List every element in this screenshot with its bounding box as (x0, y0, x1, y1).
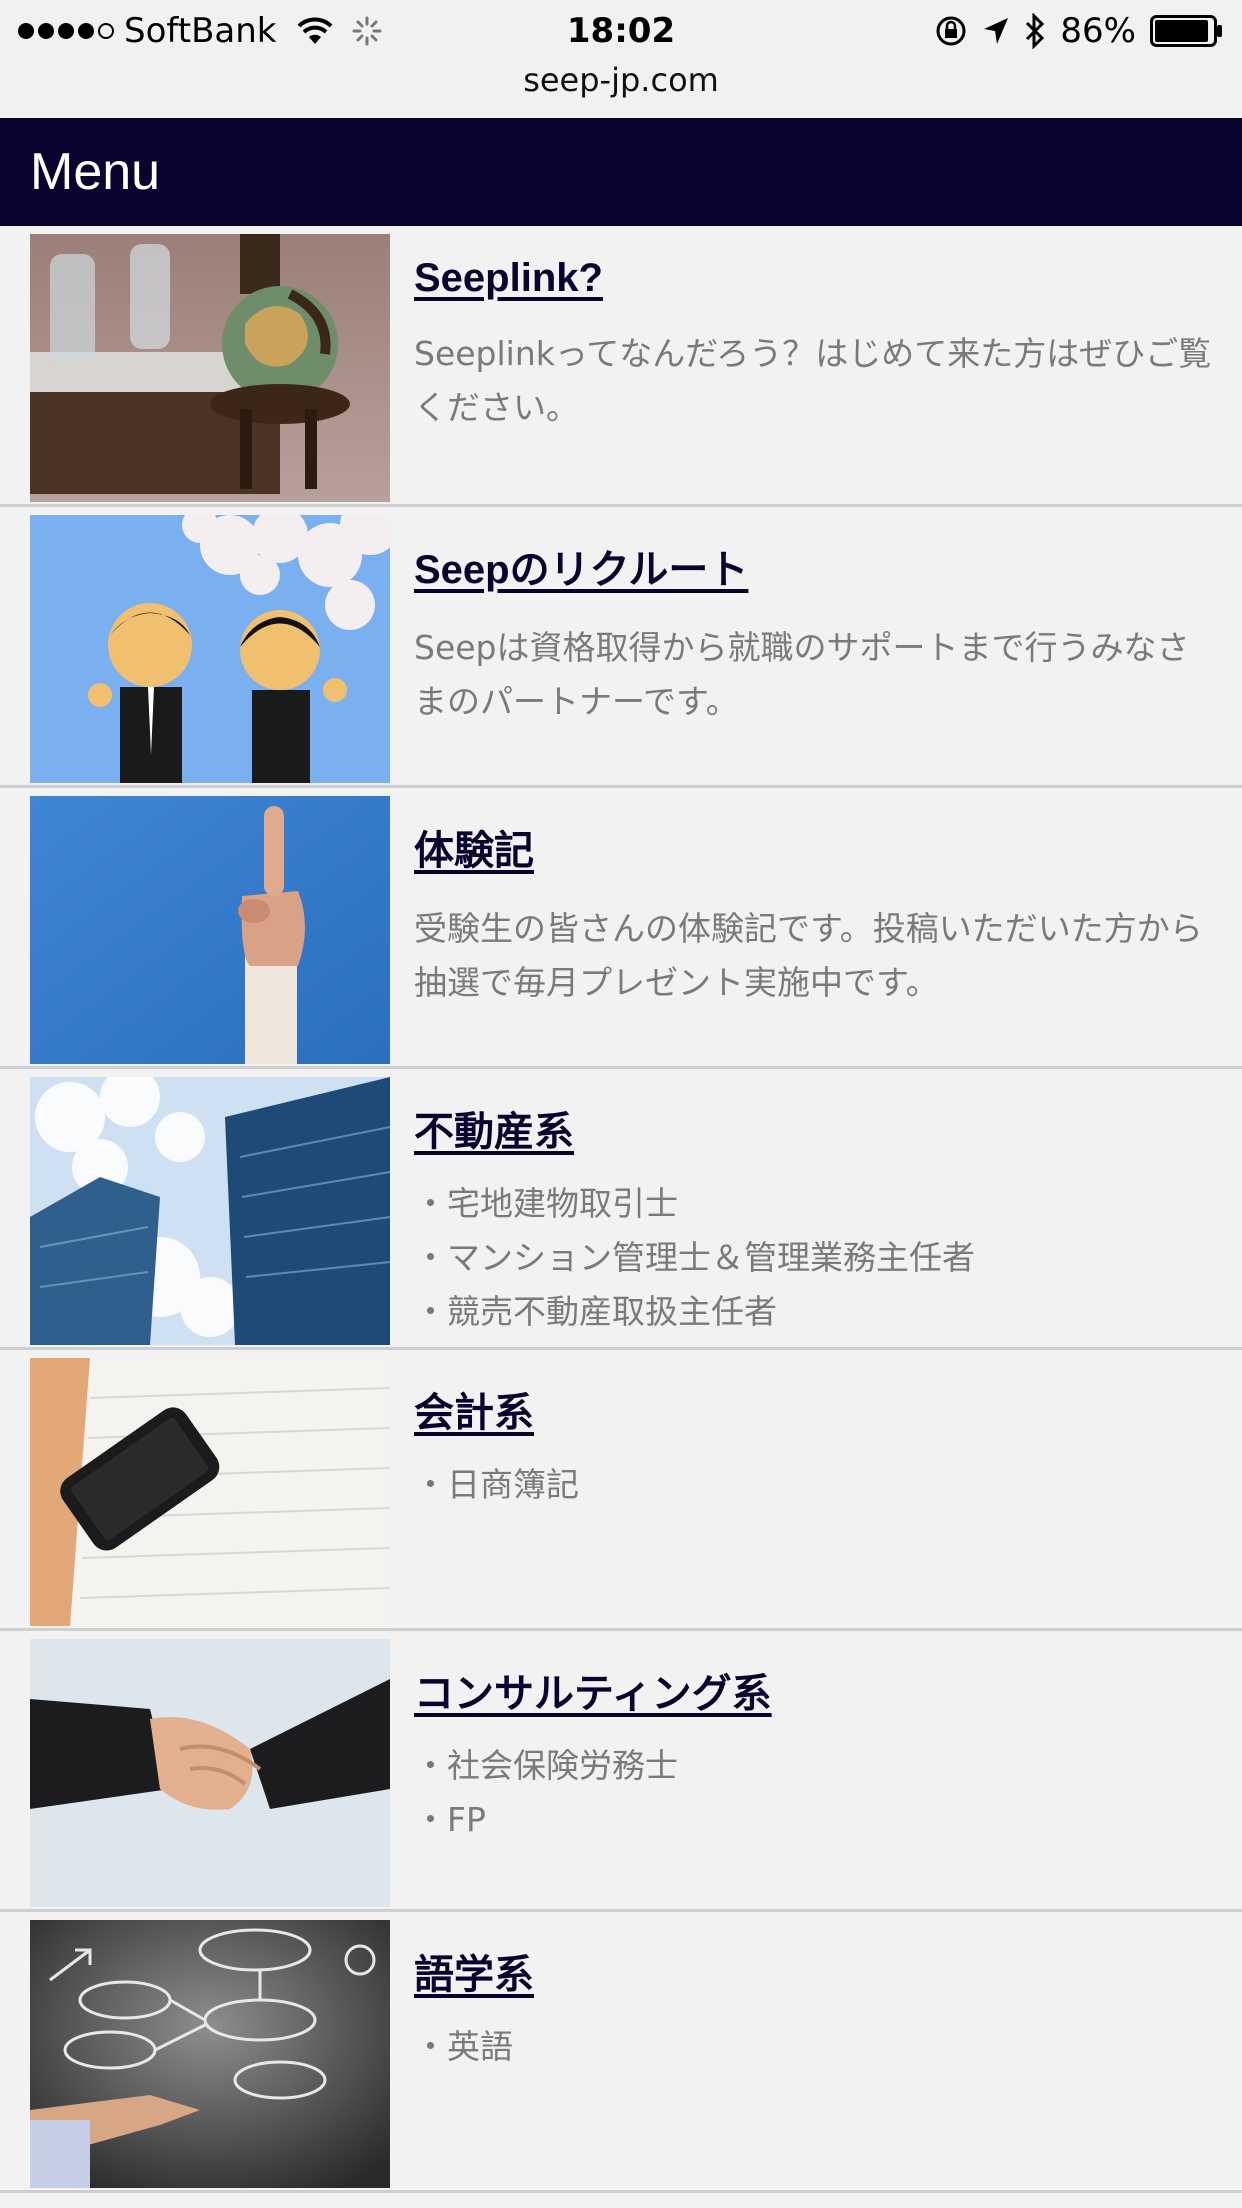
menu-item-description: Seeplinkってなんだろう？はじめて来た方はぜひご覧ください。 (414, 334, 1212, 427)
menu-item-title[interactable]: 体験記 (414, 818, 534, 876)
menu-item-title[interactable]: コンサルティング系 (414, 1661, 772, 1719)
handshake-photo[interactable] (30, 1639, 390, 1907)
menu-item-description: 受験生の皆さんの体験記です。投稿いただいた方から抽選で毎月プレゼント実施中です。 (414, 909, 1203, 1002)
menu-item-consulting[interactable]: コンサルティング系 社会保険労務士 FP (0, 1631, 1242, 1912)
menu-item-title[interactable]: Seeplink? (414, 256, 603, 301)
menu-item-recruit[interactable]: Seepのリクルート Seepは資格取得から就職のサポートまで行うみなさまのパー… (0, 507, 1242, 788)
qualification-list: 社会保険労務士 FP (414, 1739, 1212, 1847)
phone-on-notebook-photo[interactable] (30, 1358, 390, 1626)
status-bar: SoftBank 18:02 86% seep-jp.com (0, 0, 1242, 118)
menu-list: Seeplink? Seeplinkってなんだろう？はじめて来た方はぜひご覧くだ… (0, 226, 1242, 2193)
qualification-item: 競売不動産取扱主任者 (414, 1285, 1212, 1339)
menu-item-experience[interactable]: 体験記 受験生の皆さんの体験記です。投稿いただいた方から抽選で毎月プレゼント実施… (0, 788, 1242, 1069)
menu-item-accounting[interactable]: 会計系 日商簿記 (0, 1350, 1242, 1631)
location-arrow-icon (984, 18, 1009, 44)
bluetooth-icon (1026, 13, 1045, 49)
page-title: Menu (30, 143, 161, 201)
menu-item-title[interactable]: Seepのリクルート (414, 537, 748, 595)
chalkboard-ideas-photo[interactable] (30, 1920, 390, 2188)
qualification-item: 英語 (414, 2020, 1212, 2074)
menu-item-title[interactable]: 会計系 (414, 1380, 534, 1438)
qualification-item: 日商簿記 (414, 1458, 1212, 1512)
qualification-list: 宅地建物取引士 マンション管理士＆管理業務主任者 競売不動産取扱主任者 (414, 1177, 1212, 1339)
qualification-item: マンション管理士＆管理業務主任者 (414, 1231, 1212, 1285)
qualification-item: FP (414, 1793, 1212, 1847)
url-bar[interactable]: seep-jp.com (0, 58, 1242, 102)
qualification-item: 社会保険労務士 (414, 1739, 1212, 1793)
qualification-item: 宅地建物取引士 (414, 1177, 1212, 1231)
qualification-list: 日商簿記 (414, 1458, 1212, 1512)
menu-item-language[interactable]: 語学系 英語 (0, 1912, 1242, 2193)
battery-icon (1150, 15, 1222, 47)
raised-finger-sky-photo[interactable] (30, 796, 390, 1064)
recruits-under-cherry-blossoms-photo[interactable] (30, 515, 390, 783)
qualification-list: 英語 (414, 2020, 1212, 2074)
rotation-lock-icon (936, 16, 966, 46)
menu-item-title[interactable]: 不動産系 (414, 1099, 574, 1157)
battery-percentage: 86% (1060, 11, 1136, 51)
menu-item-title[interactable]: 語学系 (414, 1942, 534, 2000)
globe-and-book-photo[interactable] (30, 234, 390, 502)
menu-header: Menu (0, 118, 1242, 226)
menu-item-description: Seepは資格取得から就職のサポートまで行うみなさまのパートナーです。 (414, 628, 1190, 721)
menu-item-seeplink[interactable]: Seeplink? Seeplinkってなんだろう？はじめて来た方はぜひご覧くだ… (0, 226, 1242, 507)
menu-item-real-estate[interactable]: 不動産系 宅地建物取引士 マンション管理士＆管理業務主任者 競売不動産取扱主任者 (0, 1069, 1242, 1350)
skyscrapers-photo[interactable] (30, 1077, 390, 1345)
